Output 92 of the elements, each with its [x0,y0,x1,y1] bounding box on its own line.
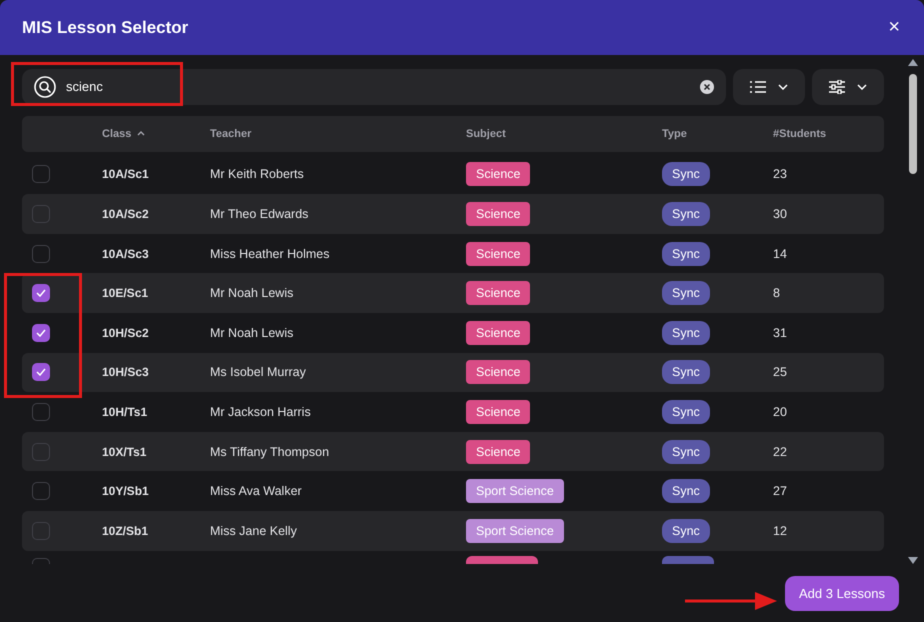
search-icon [34,76,56,98]
class-cell-text: 10H/Sc2 [102,326,150,340]
type-tag: Sync [662,360,710,384]
teacher-cell-text: Ms Tiffany Thompson [210,444,330,459]
class-cell-text: 10X/Ts1 [102,444,148,459]
teacher-cell-text: Miss Jane Kelly [210,524,298,538]
subject-tag: Sport Science [466,518,564,543]
checkbox[interactable] [32,324,50,342]
column-header[interactable]: Subject [466,128,506,140]
class-cell-text: 10Z/Sb1 [102,524,150,538]
add-lessons-button[interactable]: Add 3 Lessons [784,576,899,611]
chevron-down-icon [778,84,788,90]
checkbox[interactable] [32,558,50,564]
scroll-up-icon[interactable] [908,59,918,66]
class-cell-text: 10A/Sc2 [102,206,150,221]
teacher-cell-text: Mr Jackson Harris [210,404,312,419]
class-cell-text: 10A/Sc1 [102,167,150,182]
checkbox[interactable] [32,165,50,184]
type-tag: Sync [662,518,710,543]
class-cell-text: 10E/Sc1 [102,286,150,300]
students-cell-text: 14 [773,246,788,261]
table-row[interactable]: 10A/Sc2 Mr Theo Edwards Science Sync 30 [22,194,884,234]
subject-tag: Science [466,281,530,306]
students-cell-text: 23 [773,167,788,182]
subject-tag: Science [466,400,530,424]
checkbox[interactable] [32,402,50,421]
type-tag [662,556,714,564]
teacher-cell-text: Mr Keith Roberts [210,167,305,182]
checkmark-icon [36,368,46,376]
scroll-down-icon[interactable] [908,557,918,564]
checkmark-icon [36,289,46,298]
window-title: MIS Lesson Selector [22,18,188,38]
checkbox[interactable] [32,284,50,302]
sort-icon[interactable] [137,131,146,136]
list-view-button[interactable] [733,69,805,105]
checkbox[interactable] [32,442,50,461]
table-row[interactable]: 10Z/Sb1 Miss Jane Kelly Sport Science Sync 12 [22,510,884,550]
scrollbar-thumb[interactable] [909,74,917,174]
type-tag: Sync [662,162,710,186]
close-button[interactable]: × [884,16,904,39]
students-cell-text: 8 [773,286,781,300]
teacher-cell-text: Miss Heather Holmes [210,246,330,261]
students-cell-text: 27 [773,484,788,498]
teacher-cell-text: Mr Theo Edwards [210,206,310,221]
students-cell-text: 20 [773,404,788,419]
students-cell-text: 25 [773,365,788,380]
teacher-cell-text: Miss Ava Walker [210,484,303,498]
type-tag: Sync [662,281,710,306]
type-tag: Sync [662,242,710,266]
students-cell-text: 30 [773,206,788,221]
subject-tag: Sport Science [466,479,564,504]
table-row[interactable]: 10H/Sc3 Ms Isobel Murray Science Sync 25 [22,352,884,392]
type-tag: Sync [662,320,710,345]
type-tag: Sync [662,440,710,464]
checkmark-icon [36,328,46,337]
subject-tag: Science [466,440,530,464]
subject-tag: Science [466,242,530,266]
search-input[interactable]: scienc [64,78,692,96]
teacher-cell-text: Mr Noah Lewis [210,286,294,300]
checkbox[interactable] [32,244,50,263]
class-cell-text: 10H/Ts1 [102,404,148,419]
students-cell-text: 22 [773,444,788,459]
students-cell-text: 12 [773,524,788,538]
checkbox[interactable] [32,204,50,223]
subject-tag: Science [466,360,530,384]
type-tag: Sync [662,202,710,226]
subject-tag: Science [466,162,530,186]
teacher-cell-text: Ms Isobel Murray [210,365,307,380]
subject-tag: Science [466,320,530,345]
column-header[interactable]: Teacher [210,128,252,140]
type-tag: Sync [662,400,710,424]
chevron-down-icon [857,84,867,90]
type-tag: Sync [662,479,710,504]
list-icon [750,80,766,93]
filter-button[interactable] [812,69,884,105]
table-row[interactable]: 10E/Sc1 Mr Noah Lewis Science Sync 8 [22,273,884,313]
column-header[interactable]: Class [102,128,132,140]
checkbox[interactable] [32,482,50,500]
sliders-icon [829,80,845,94]
checkbox[interactable] [32,363,50,382]
subject-tag: Science [466,202,530,226]
class-cell-text: 10H/Sc3 [102,365,150,380]
column-header[interactable]: Type [662,128,687,140]
class-cell-text: 10A/Sc3 [102,246,150,261]
class-cell-text: 10Y/Sb1 [102,484,150,498]
clear-icon[interactable] [700,80,714,94]
students-cell-text: 31 [773,326,788,340]
checkbox[interactable] [32,522,50,540]
column-header[interactable]: #Students [773,128,826,140]
search-field[interactable]: scienc [22,69,726,105]
teacher-cell-text: Mr Noah Lewis [210,326,294,340]
table-row[interactable]: 10X/Ts1 Ms Tiffany Thompson Science Sync 22 [22,432,884,472]
